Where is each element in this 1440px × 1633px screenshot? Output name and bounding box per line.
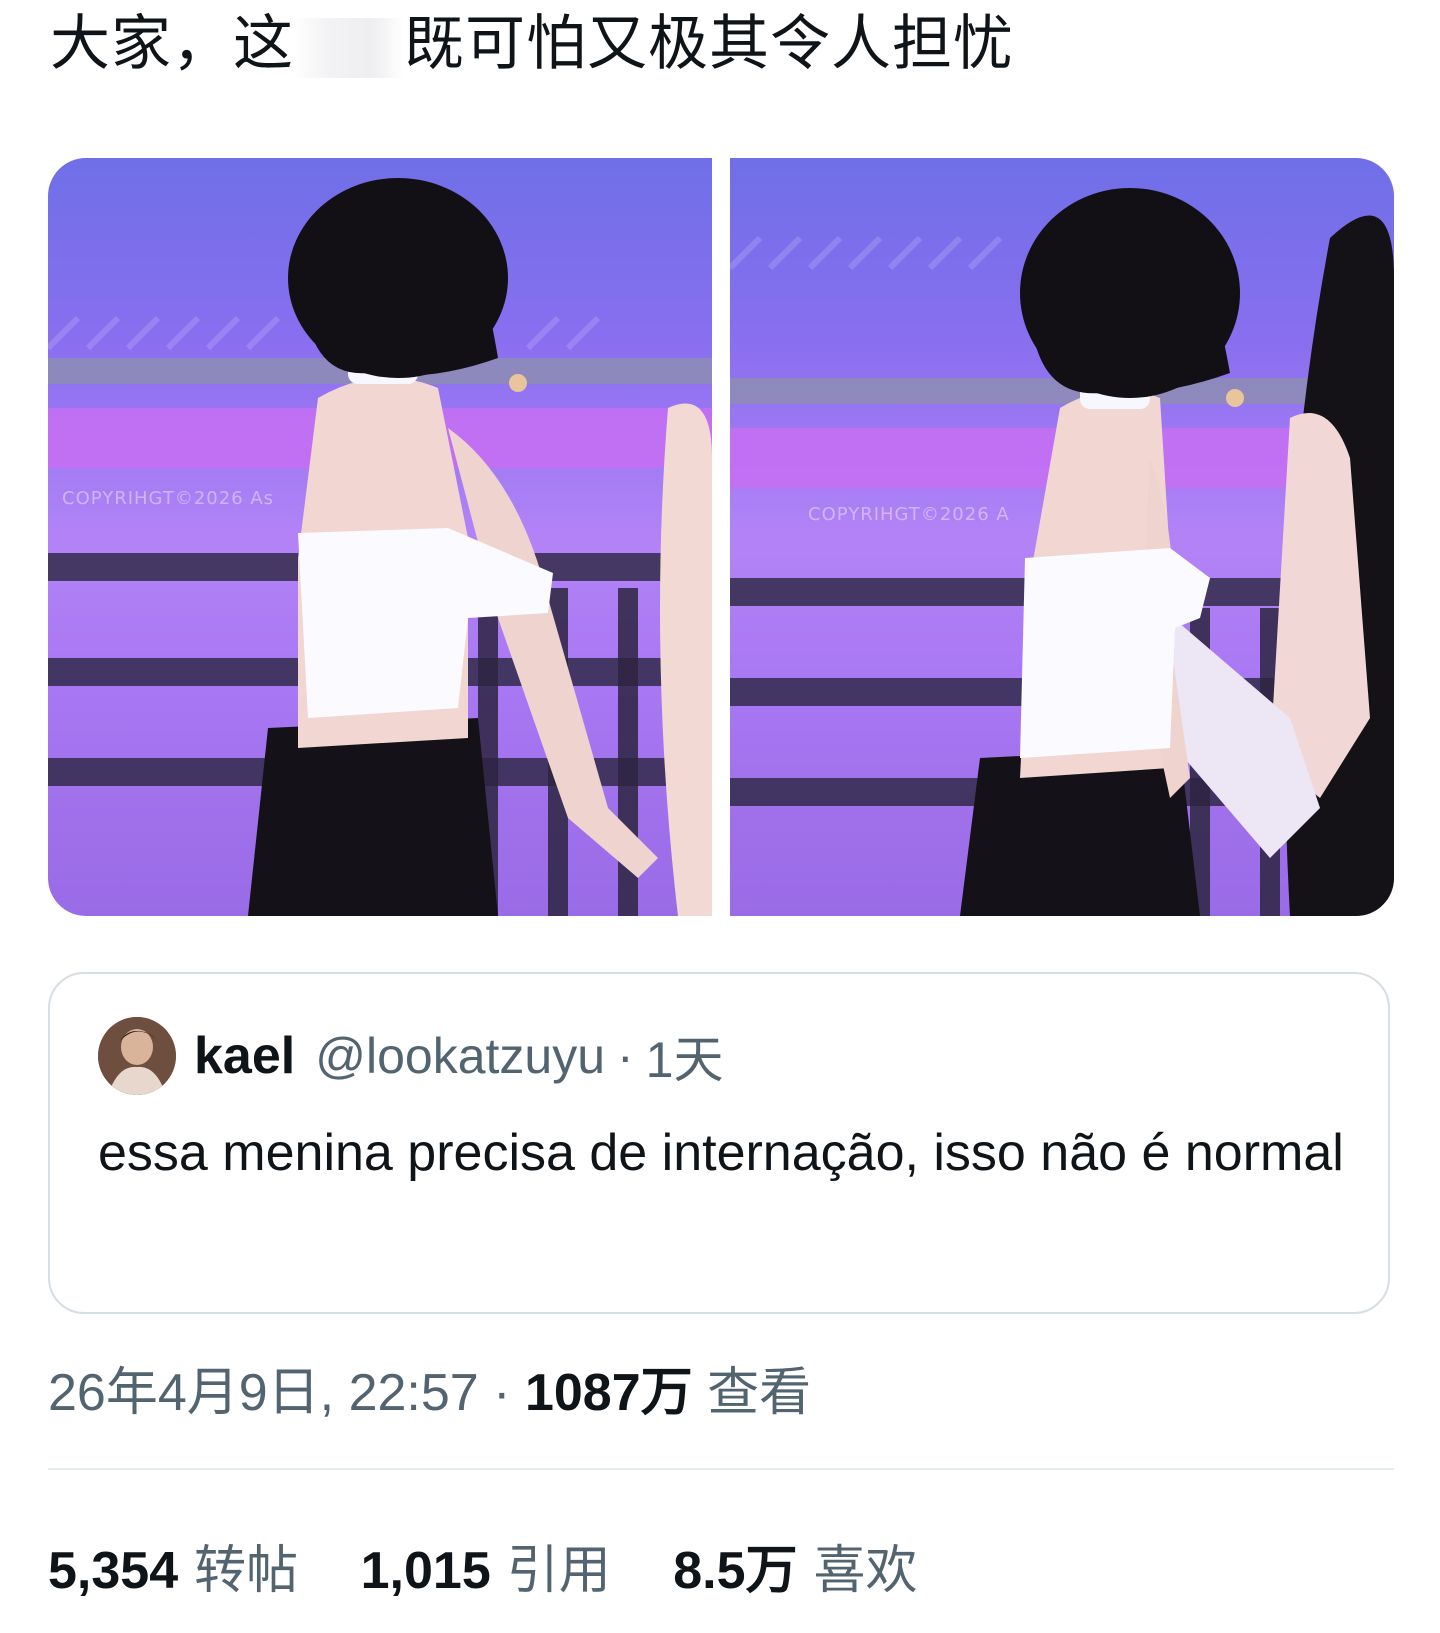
separator-dot: · [493,1364,511,1422]
quoted-tweet[interactable]: kael @lookatzuyu · 1天 essa menina precis… [48,972,1390,1314]
photo-2[interactable]: COPYRIHGT©2026 A [730,158,1394,916]
photo-2-image [730,188,1394,916]
views-count: 1087万 [524,1364,693,1422]
divider [48,1468,1394,1470]
tweet-meta: 26年4月9日, 22:57 · 1087万 查看 [48,1350,811,1425]
watermark: COPYRIHGT©2026 A [808,504,1010,525]
quoted-author-handle[interactable]: @lookatzuyu [315,1027,605,1085]
quoted-tweet-text: essa menina precisa de internação, isso … [98,1124,1344,1182]
separator-dot: · [617,1028,634,1084]
avatar[interactable] [98,1017,176,1095]
photo-1-image [48,178,712,916]
quoted-tweet-header: kael @lookatzuyu · 1天 [98,1014,723,1098]
likes-count: 8.5万 [673,1542,798,1600]
media-grid: COPYRIHGT©2026 As COPYRIHGT©2026 A [48,158,1394,916]
views-label: 查看 [707,1364,812,1422]
tweet-timestamp[interactable]: 26年4月9日, 22:57 [48,1364,479,1422]
tweet-text-part-1: 大家，这 [50,10,294,77]
watermark: COPYRIHGT©2026 As [62,488,275,509]
avatar-image [98,1017,176,1095]
tweet-text-part-2: 既可怕又极其令人担忧 [404,10,1014,77]
engagement-stats: 5,354 转帖 1,015 引用 8.5万 喜欢 [48,1528,966,1603]
reposts-count: 5,354 [48,1542,179,1600]
likes-stat[interactable]: 8.5万 喜欢 [673,1542,917,1600]
tweet-text: 大家，这 既可怕又极其令人担忧 [50,4,1014,84]
reposts-stat[interactable]: 5,354 转帖 [48,1542,298,1600]
quotes-stat[interactable]: 1,015 引用 [361,1542,611,1600]
quotes-count: 1,015 [360,1542,491,1600]
quoted-tweet-time[interactable]: 1天 [646,1020,724,1092]
obscured-text-gap [294,18,404,79]
likes-label: 喜欢 [813,1542,918,1600]
reposts-label: 转帖 [194,1542,299,1600]
photo-1[interactable]: COPYRIHGT©2026 As [48,158,712,916]
quotes-label: 引用 [506,1542,611,1600]
quoted-author-name[interactable]: kael [194,1026,295,1086]
